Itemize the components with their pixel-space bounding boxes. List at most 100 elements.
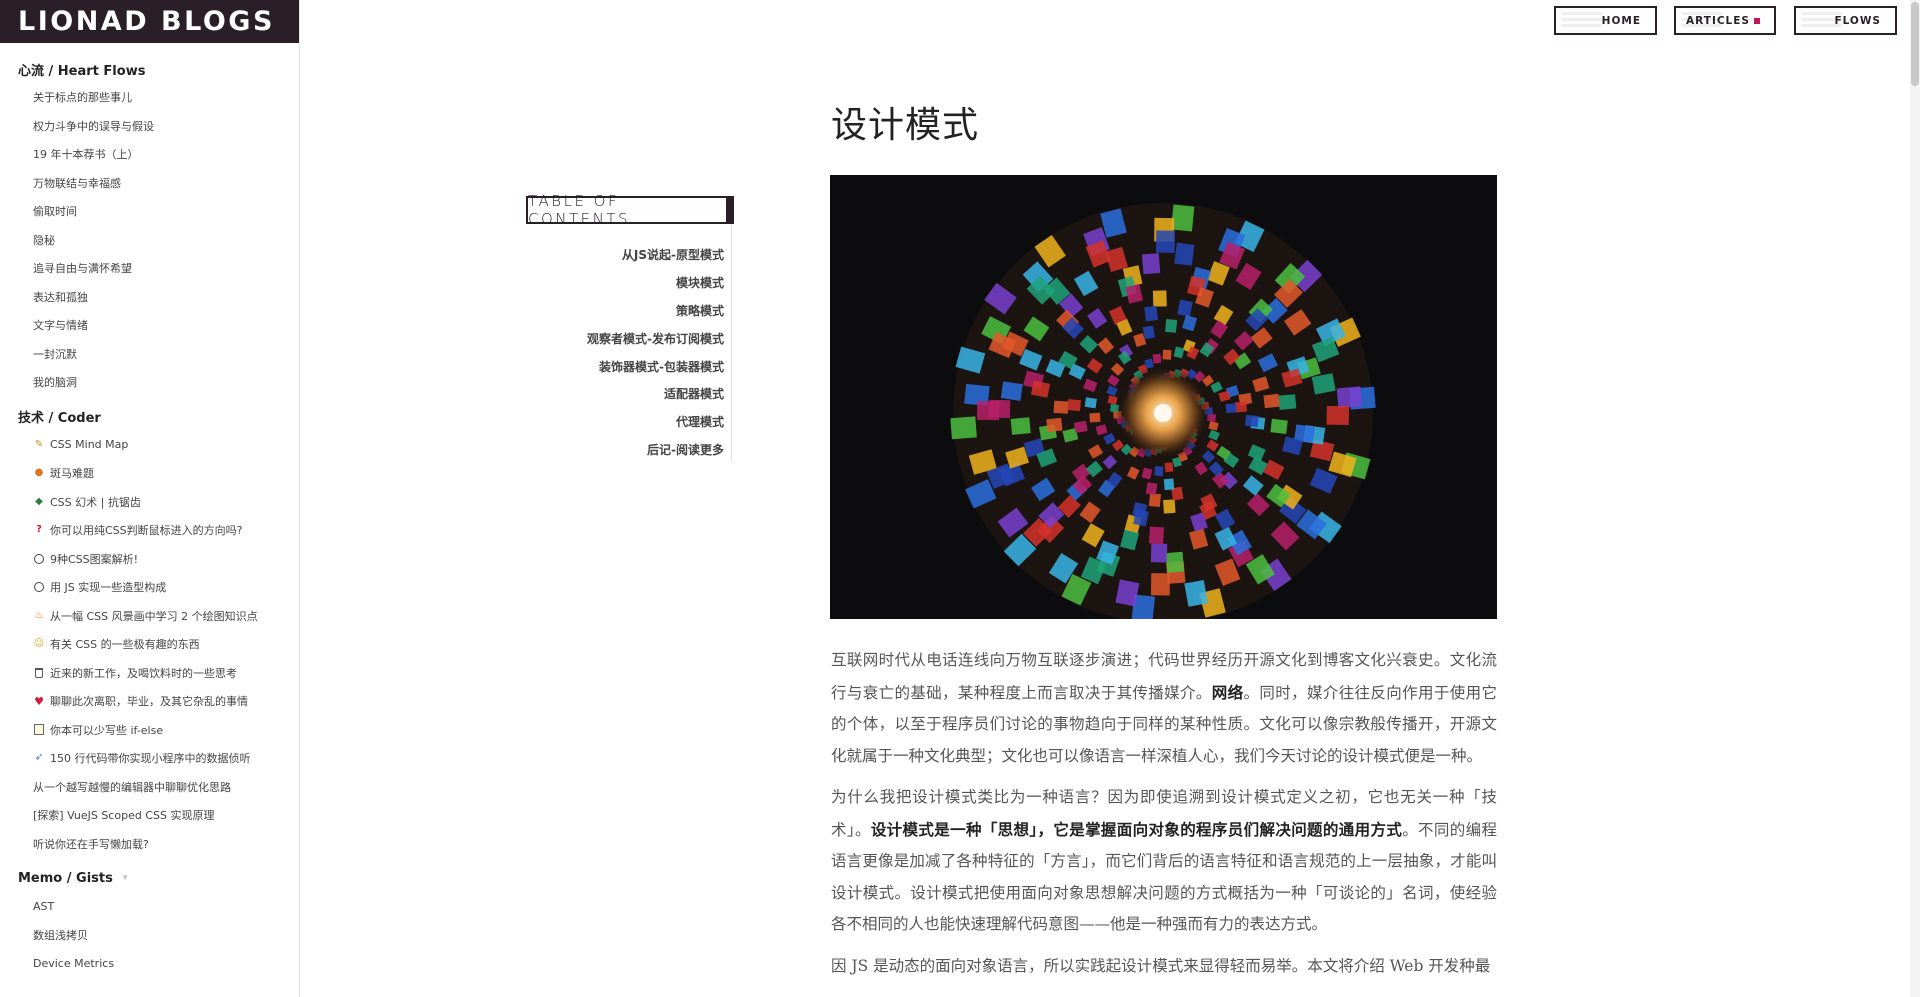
sidebar-section-title[interactable]: 心流 / Heart Flows [0, 55, 299, 83]
sidebar-item-label: 偷取时间 [33, 205, 77, 219]
sidebar-item-label: 19 年十本荐书（上） [33, 148, 139, 162]
pencil-icon: ✎ [34, 438, 44, 450]
page-scrollbar[interactable] [1910, 0, 1920, 997]
sidebar-item[interactable]: 表达和孤独 [33, 283, 299, 312]
sidebar-item[interactable]: ◆ CSS 幻术 | 抗锯齿 [33, 488, 299, 517]
circle-icon [33, 581, 45, 593]
sidebar-section-label: Memo / Gists [18, 870, 113, 886]
sidebar-item[interactable]: 权力斗争中的误导与假设 [33, 112, 299, 141]
sidebar-item-label: 隐秘 [33, 233, 55, 247]
article-title: 设计模式 [831, 105, 980, 146]
sidebar-item[interactable]: 数组浅拷贝 [33, 921, 299, 950]
toc-title: TABLE OF CONTENTS [526, 192, 734, 228]
sidebar-item-label: 数组浅拷贝 [33, 928, 88, 942]
sidebar-item[interactable]: 近来的新工作，及喝饮料时的一些思考 [33, 659, 299, 688]
sidebar-item-label: 追寻自由与满怀希望 [33, 262, 132, 276]
sidebar-item-label: Device Metrics [33, 956, 115, 970]
sidebar-item[interactable]: 一封沉默 [33, 340, 299, 369]
sidebar-item-label: 从一幅 CSS 风景画中学习 2 个绘图知识点 [50, 609, 258, 623]
cup-icon [33, 667, 45, 679]
toc-link[interactable]: 模块模式 [530, 269, 724, 297]
sidebar-item-label: [探索] VueJS Scoped CSS 实现原理 [33, 809, 215, 823]
sidebar-item[interactable]: ♨ 从一幅 CSS 风景画中学习 2 个绘图知识点 [33, 602, 299, 631]
article-paragraph: 因 JS 是动态的面向对象语言，所以实践起设计模式来显得轻而易举。本文将介绍 W… [831, 951, 1497, 983]
sidebar-item-label: 万物联结与幸福感 [33, 176, 121, 190]
sidebar-item[interactable]: ? 你可以用纯CSS判断鼠标进入的方向吗? [33, 516, 299, 545]
sidebar-item[interactable]: 万物联结与幸福感 [33, 169, 299, 198]
sidebar-item-label: 权力斗争中的误导与假设 [33, 119, 154, 133]
circle-icon [33, 553, 45, 565]
question-icon: ? [36, 524, 42, 536]
nav-flows-label: FLOWS [1834, 14, 1881, 27]
article-hero-image [830, 175, 1497, 619]
sidebar-section-title[interactable]: 技术 / Coder [0, 403, 299, 431]
sidebar-item[interactable]: 从一个越写越慢的编辑器中聊聊优化思路 [33, 773, 299, 802]
sidebar-list: AST 数组浅拷贝 Device Metrics [0, 892, 299, 978]
sidebar-item[interactable]: [探索] VueJS Scoped CSS 实现原理 [33, 801, 299, 830]
chevron-down-icon[interactable]: ▾ [123, 873, 128, 883]
fire-icon: ♨ [34, 609, 44, 621]
turtle-icon: ◆ [35, 495, 43, 507]
nav-articles-label: ARTICLES [1686, 14, 1750, 27]
sidebar-item[interactable]: 听说你还在手写懒加载? [33, 830, 299, 859]
toc-link[interactable]: 策略模式 [530, 297, 724, 325]
paragraph-text: 因 JS 是动态的面向对象语言，所以实践起设计模式来显得轻而易举。本文将介绍 W… [831, 956, 1491, 975]
nav-home-button[interactable]: HOME [1554, 6, 1657, 35]
sidebar-item-label: 文字与情绪 [33, 319, 88, 333]
sidebar-item[interactable]: ✎ CSS Mind Map [33, 431, 299, 460]
heart-icon: ♥ [34, 694, 44, 708]
sidebar-item[interactable]: ➶ 150 行代码带你实现小程序中的数据侦听 [33, 744, 299, 773]
smile-icon: ☺ [33, 638, 45, 650]
sidebar-item[interactable]: 文字与情绪 [33, 311, 299, 340]
sidebar-item[interactable]: ● 斑马难题 [33, 459, 299, 488]
sidebar-item[interactable]: 关于标点的那些事儿 [33, 83, 299, 112]
sidebar-item-label: CSS Mind Map [50, 438, 129, 452]
sidebar-item-label: 斑马难题 [50, 467, 94, 481]
sidebar-list: 关于标点的那些事儿权力斗争中的误导与假设 19 年十本荐书（上） 万物联结与幸福感偷… [0, 83, 299, 397]
nav-flows-button[interactable]: FLOWS [1794, 6, 1897, 35]
sidebar-item[interactable]: 我的脑洞 [33, 368, 299, 397]
sidebar-item[interactable]: 你本可以少写些 if-else [33, 716, 299, 745]
sidebar-item-label: 近来的新工作，及喝饮料时的一些思考 [50, 666, 237, 680]
sidebar-item[interactable]: AST [33, 892, 299, 921]
scrollbar-thumb[interactable] [1911, 2, 1919, 86]
toc-link[interactable]: 从JS说起-原型模式 [530, 241, 724, 269]
stained-glass-spiral-image [950, 203, 1376, 619]
sidebar-item-label: 你可以用纯CSS判断鼠标进入的方向吗? [50, 524, 243, 538]
emphasis-text: 网络 [1211, 682, 1244, 702]
toc-divider [731, 224, 732, 462]
nav-articles-button[interactable]: ARTICLES [1674, 6, 1776, 35]
sidebar-item[interactable]: 19 年十本荐书（上） [33, 140, 299, 169]
sidebar-item-label: 有关 CSS 的一些极有趣的东西 [50, 638, 200, 652]
memo-icon [33, 724, 45, 736]
toc-link[interactable]: 装饰器模式-包装器模式 [530, 352, 724, 380]
sidebar-item-label: 表达和孤独 [33, 290, 88, 304]
sidebar-item[interactable]: 用 JS 实现一些造型构成 [33, 573, 299, 602]
sidebar-section-title[interactable]: Memo / Gists ▾ [0, 864, 299, 892]
site-logo[interactable]: LIONAD BLOGS [0, 0, 299, 43]
sidebar-item-label: 用 JS 实现一些造型构成 [50, 581, 167, 595]
sidebar-item-label: 从一个越写越慢的编辑器中聊聊优化思路 [33, 780, 231, 794]
sidebar-item[interactable]: 追寻自由与满怀希望 [33, 254, 299, 283]
site-title[interactable]: LIONAD BLOGS [18, 6, 275, 37]
sidebar-section-label: 心流 / Heart Flows [18, 63, 146, 79]
sidebar-item[interactable]: 隐秘 [33, 226, 299, 255]
sidebar-item[interactable]: 偷取时间 [33, 197, 299, 226]
sidebar-item-label: 聊聊此次离职，毕业，及其它杂乱的事情 [50, 695, 248, 709]
sidebar-item[interactable]: 9种CSS图案解析! [33, 545, 299, 574]
active-indicator-icon [1754, 17, 1760, 24]
sidebar-item-label: 一封沉默 [33, 347, 77, 361]
pumpkin-icon: ● [34, 467, 44, 479]
toc-link[interactable]: 后记-阅读更多 [530, 436, 724, 464]
sidebar-item-label: 听说你还在手写懒加载? [33, 837, 149, 851]
article-paragraph: 互联网时代从电话连线向万物互联逐步演进；代码世界经历开源文化到博客文化兴衰史。文… [831, 645, 1497, 772]
toc-link[interactable]: 观察者模式-发布订阅模式 [530, 324, 724, 352]
sidebar-item[interactable]: ☺ 有关 CSS 的一些极有趣的东西 [33, 630, 299, 659]
sidebar-item[interactable]: Device Metrics [33, 949, 299, 978]
article-body: 互联网时代从电话连线向万物互联逐步演进；代码世界经历开源文化到博客文化兴衰史。文… [831, 645, 1497, 992]
toc-link[interactable]: 代理模式 [530, 408, 724, 436]
sidebar-section-label: 技术 / Coder [18, 411, 101, 426]
toc-link[interactable]: 适配器模式 [530, 380, 724, 408]
sidebar: LIONAD BLOGS 心流 / Heart Flows 关于标点的那些事儿权力… [0, 0, 300, 997]
sidebar-item[interactable]: ♥ 聊聊此次离职，毕业，及其它杂乱的事情 [33, 687, 299, 716]
